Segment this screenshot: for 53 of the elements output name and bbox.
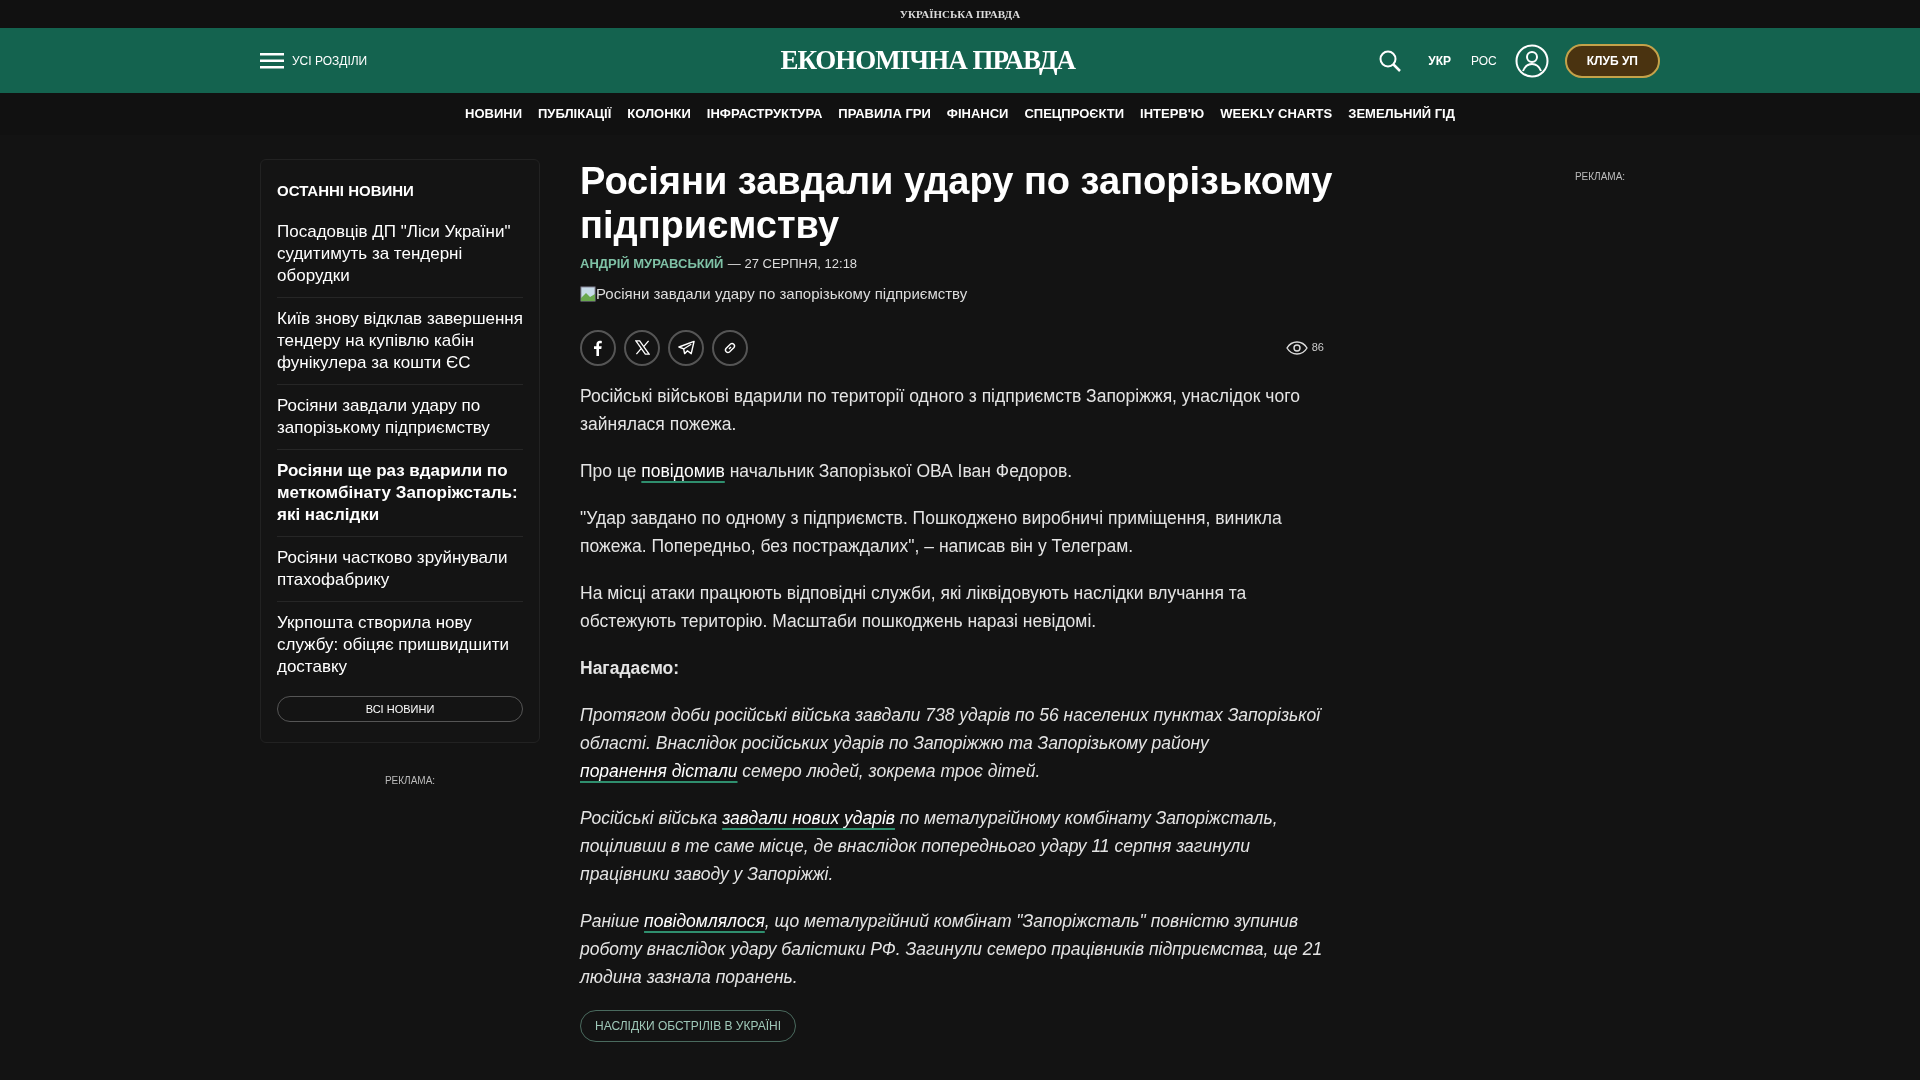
paragraph: На місці атаки працюють відповідні служби, які ліквідовують наслідки влучання та обстежують територію. Масштаби пошкоджень наразі невідомі. bbox=[580, 581, 1248, 633]
news-link[interactable]: Укрпошта створила нову службу: обіцяє пришвидшити доставку bbox=[277, 601, 523, 688]
ad-label: РЕКЛАМА: bbox=[1574, 171, 1626, 182]
telegram-share-button[interactable] bbox=[668, 329, 704, 366]
news-link[interactable]: Росіяни завдали удару по запорізькому підприємству bbox=[277, 384, 523, 450]
nav-link[interactable]: ІНФРАСТРУКТУРА bbox=[706, 104, 823, 124]
view-count: 86 bbox=[1311, 340, 1324, 356]
image-alt-text: Росіяни завдали удару по запорізькому підприємству bbox=[596, 284, 968, 304]
paragraph: Раніше повідомлялося, що металургійний комбінат "Запоріжсталь" повністю зупинив роботу внаслідок удару балістики РФ. Загинули семеро працівників підприємства, ще 21 людина зазнала поранень. bbox=[580, 909, 1324, 989]
nav-link[interactable]: WEEKLY CHARTS bbox=[1220, 104, 1333, 124]
x-share-button[interactable] bbox=[624, 329, 660, 366]
news-link[interactable]: Посадовців ДП "Ліси України" судитимуть за тендерні оборудки bbox=[277, 210, 523, 298]
news-link[interactable]: Росіяни частково зруйнували птахофабрику bbox=[277, 536, 523, 602]
author-link[interactable]: АНДРІЙ МУРАВСЬКИЙ bbox=[580, 256, 724, 271]
language-link[interactable]: УКР bbox=[1418, 51, 1461, 70]
nav-link[interactable]: ПУБЛІКАЦІЇ bbox=[538, 104, 612, 124]
language-link[interactable]: РОС bbox=[1460, 51, 1507, 70]
article-date: — 27 СЕРПНЯ, 12:18 bbox=[727, 256, 858, 271]
menu-icon bbox=[260, 51, 284, 70]
all-sections-button[interactable]: УСІ РОЗДІЛИ bbox=[260, 51, 368, 70]
nav-link[interactable]: ЗЕМЕЛЬНИЙ ГІД bbox=[1348, 104, 1455, 124]
copy-link-button[interactable] bbox=[712, 329, 748, 366]
paper-plane-icon bbox=[677, 340, 695, 355]
nav-link[interactable]: СПЕЦПРОЄКТИ bbox=[1024, 104, 1125, 124]
news-link[interactable]: Росіяни ще раз вдарили по меткомбінату Запоріжсталь: які наслідки bbox=[277, 449, 523, 537]
nav-link[interactable]: ІНТЕРВ'Ю bbox=[1140, 104, 1205, 124]
inline-link[interactable]: поранення дістали bbox=[580, 760, 738, 781]
sidebar-title: ОСТАННІ НОВИНИ bbox=[277, 181, 415, 201]
nav-link[interactable]: КОЛОНКИ bbox=[627, 104, 691, 124]
user-icon[interactable] bbox=[1514, 43, 1549, 78]
inline-link[interactable]: повідомив bbox=[641, 460, 725, 481]
nav-link[interactable]: НОВИНИ bbox=[465, 104, 522, 124]
paragraph: Російські війська завдали нових ударів по металургійному комбінату Запоріжсталь, поціливши в те саме місце, де внаслідок попереднього удару 11 серпня загинули працівники заводу у Запоріжжі. bbox=[580, 806, 1279, 886]
nav-link[interactable]: ФІНАНСИ bbox=[946, 104, 1009, 124]
search-icon[interactable] bbox=[1378, 48, 1403, 73]
inline-link[interactable]: повідомлялося bbox=[644, 910, 765, 931]
nav-link[interactable]: ПРАВИЛА ГРИ bbox=[838, 104, 931, 124]
section-heading: Нагадаємо: bbox=[580, 656, 681, 680]
article-title: Росіяни завдали удару по запорізькому підприємству bbox=[580, 159, 1334, 247]
club-button[interactable]: КЛУБ УП bbox=[1564, 43, 1660, 78]
eye-icon bbox=[1285, 340, 1308, 355]
paragraph: "Удар завдано по одному з підприємств. Пошкоджено виробничі приміщення, виникла пожежа. Попередньо, без постраждалих", – написав він у Телеграм. bbox=[580, 506, 1283, 558]
paragraph: Про це повідомив начальник Запорізької ОВА Іван Федоров. bbox=[580, 459, 1074, 483]
site-name[interactable]: УКРАЇНСЬКА ПРАВДА bbox=[899, 5, 1021, 23]
facebook-share-button[interactable] bbox=[580, 329, 616, 366]
inline-link[interactable]: завдали нових ударів bbox=[722, 807, 895, 828]
news-link[interactable]: Київ знову відклав завершення тендеру на купівлю кабін фунікулера за кошти ЄС bbox=[277, 297, 523, 385]
site-logo[interactable]: ЕКОНОМІЧНА ПРАВДА bbox=[780, 40, 1075, 81]
broken-image-icon bbox=[580, 286, 596, 303]
paragraph: Протягом доби російські війська завдали 738 ударів по 56 населених пунктах Запорізької області. Внаслідок російських ударів по Запоріжжю та Запорізькому району поранення дістали семеро людей, зокрема троє дітей. bbox=[580, 703, 1323, 783]
x-icon bbox=[634, 340, 650, 355]
paragraph: Російські військові вдарили по території одного з підприємств Запоріжжя, унаслідок чого зайнялася пожежа. bbox=[580, 384, 1301, 436]
ad-label: РЕКЛАМА: bbox=[384, 775, 436, 786]
